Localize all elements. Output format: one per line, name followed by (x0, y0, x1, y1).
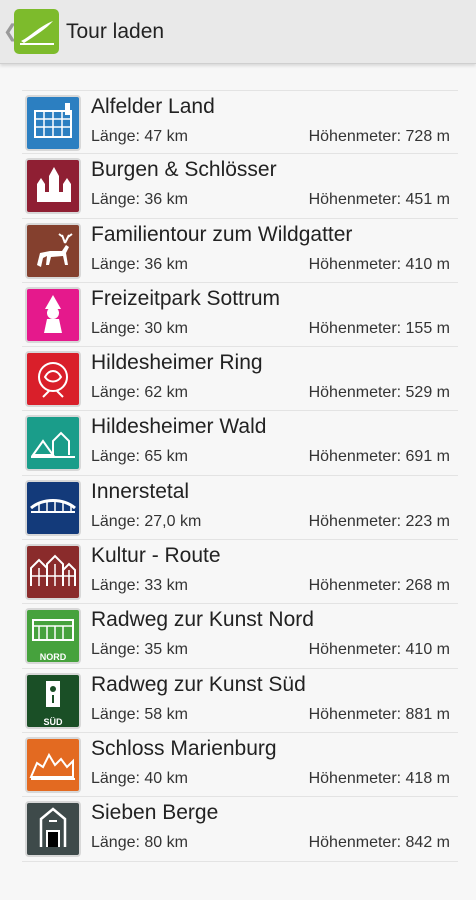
tour-length: Länge: 65 km (91, 448, 188, 466)
dwarf-icon (25, 286, 81, 343)
tour-length: Länge: 35 km (91, 641, 188, 659)
sculpture-sued-icon: SÜD (25, 672, 81, 729)
rose-icon (25, 351, 81, 408)
tour-elevation: Höhenmeter: 728 m (308, 128, 450, 145)
tour-elevation: Höhenmeter: 410 m (308, 641, 450, 659)
tour-list-item[interactable]: Innerstetal Länge: 27,0 km Höhenmeter: 2… (22, 476, 458, 541)
tour-length: Länge: 36 km (91, 191, 188, 209)
tour-length: Länge: 58 km (91, 705, 188, 723)
tour-list-item[interactable]: Schloss Marienburg Länge: 40 km Höhenmet… (22, 733, 458, 798)
tour-length: Länge: 30 km (91, 319, 188, 337)
tour-elevation: Höhenmeter: 842 m (308, 834, 450, 852)
tour-list: Alfelder Land Länge: 47 km Höhenmeter: 7… (22, 90, 458, 862)
app-logo-icon[interactable] (14, 9, 59, 54)
tour-elevation: Höhenmeter: 155 m (308, 319, 450, 337)
fagus-factory-icon (25, 95, 81, 151)
tour-elevation: Höhenmeter: 223 m (308, 512, 450, 530)
tour-name: Kultur - Route (91, 544, 221, 568)
tour-name: Alfelder Land (91, 95, 215, 118)
tour-length: Länge: 40 km (91, 769, 188, 787)
tour-elevation: Höhenmeter: 418 m (308, 769, 450, 787)
tour-elevation: Höhenmeter: 691 m (308, 448, 450, 466)
tour-elevation: Höhenmeter: 410 m (308, 255, 450, 273)
tour-name: Hildesheimer Ring (91, 351, 263, 375)
page-title: Tour laden (66, 20, 165, 43)
tour-badge: NORD (40, 652, 67, 662)
tour-elevation: Höhenmeter: 268 m (308, 577, 450, 595)
museum-nord-icon: NORD (25, 608, 81, 665)
tour-length: Länge: 80 km (91, 834, 188, 852)
tour-name: Radweg zur Kunst Süd (91, 672, 306, 696)
tour-list-item[interactable]: Hildesheimer Ring Länge: 62 km Höhenmete… (22, 347, 458, 412)
deer-icon (25, 222, 81, 279)
tour-name: Burgen & Schlösser (91, 158, 277, 182)
tour-list-item[interactable]: Hildesheimer Wald Länge: 65 km Höhenmete… (22, 411, 458, 476)
tour-list-item[interactable]: Freizeitpark Sottrum Länge: 30 km Höhenm… (22, 283, 458, 348)
app-bar: ❮ Tour laden (0, 0, 476, 64)
tour-list-item[interactable]: SÜD Radweg zur Kunst Süd Länge: 58 km Hö… (22, 669, 458, 733)
castle-icon (25, 158, 81, 215)
tour-name: Innerstetal (91, 479, 190, 503)
tour-name: Freizeitpark Sottrum (91, 286, 281, 310)
tour-name: Familientour zum Wildgatter (91, 222, 353, 246)
tour-elevation: Höhenmeter: 451 m (308, 191, 450, 209)
tour-name: Schloss Marienburg (91, 736, 277, 760)
tour-length: Länge: 36 km (91, 255, 188, 273)
tour-list-item[interactable]: NORD Radweg zur Kunst Nord Länge: 35 km … (22, 604, 458, 669)
tour-badge: SÜD (43, 717, 63, 727)
tour-name: Hildesheimer Wald (91, 415, 267, 439)
forest-hut-icon (25, 415, 81, 472)
tour-name: Sieben Berge (91, 801, 219, 825)
tour-elevation: Höhenmeter: 881 m (308, 705, 450, 723)
tour-length: Länge: 62 km (91, 384, 188, 402)
bridge-icon (25, 479, 81, 536)
timber-houses-icon (25, 544, 81, 601)
tour-length: Länge: 33 km (91, 577, 188, 595)
tower-icon (25, 801, 81, 858)
tour-elevation: Höhenmeter: 529 m (308, 384, 450, 402)
tour-list-item[interactable]: Burgen & Schlösser Länge: 36 km Höhenmet… (22, 154, 458, 219)
tour-name: Radweg zur Kunst Nord (91, 608, 314, 632)
tour-list-item[interactable]: Kultur - Route Länge: 33 km Höhenmeter: … (22, 540, 458, 605)
marienburg-icon (25, 736, 81, 793)
tour-length: Länge: 27,0 km (91, 512, 202, 530)
tour-length: Länge: 47 km (91, 128, 188, 145)
tour-list-item[interactable]: Alfelder Land Länge: 47 km Höhenmeter: 7… (22, 90, 458, 155)
tour-list-item[interactable]: Sieben Berge Länge: 80 km Höhenmeter: 84… (22, 797, 458, 862)
tour-list-item[interactable]: Familientour zum Wildgatter Länge: 36 km… (22, 219, 458, 283)
